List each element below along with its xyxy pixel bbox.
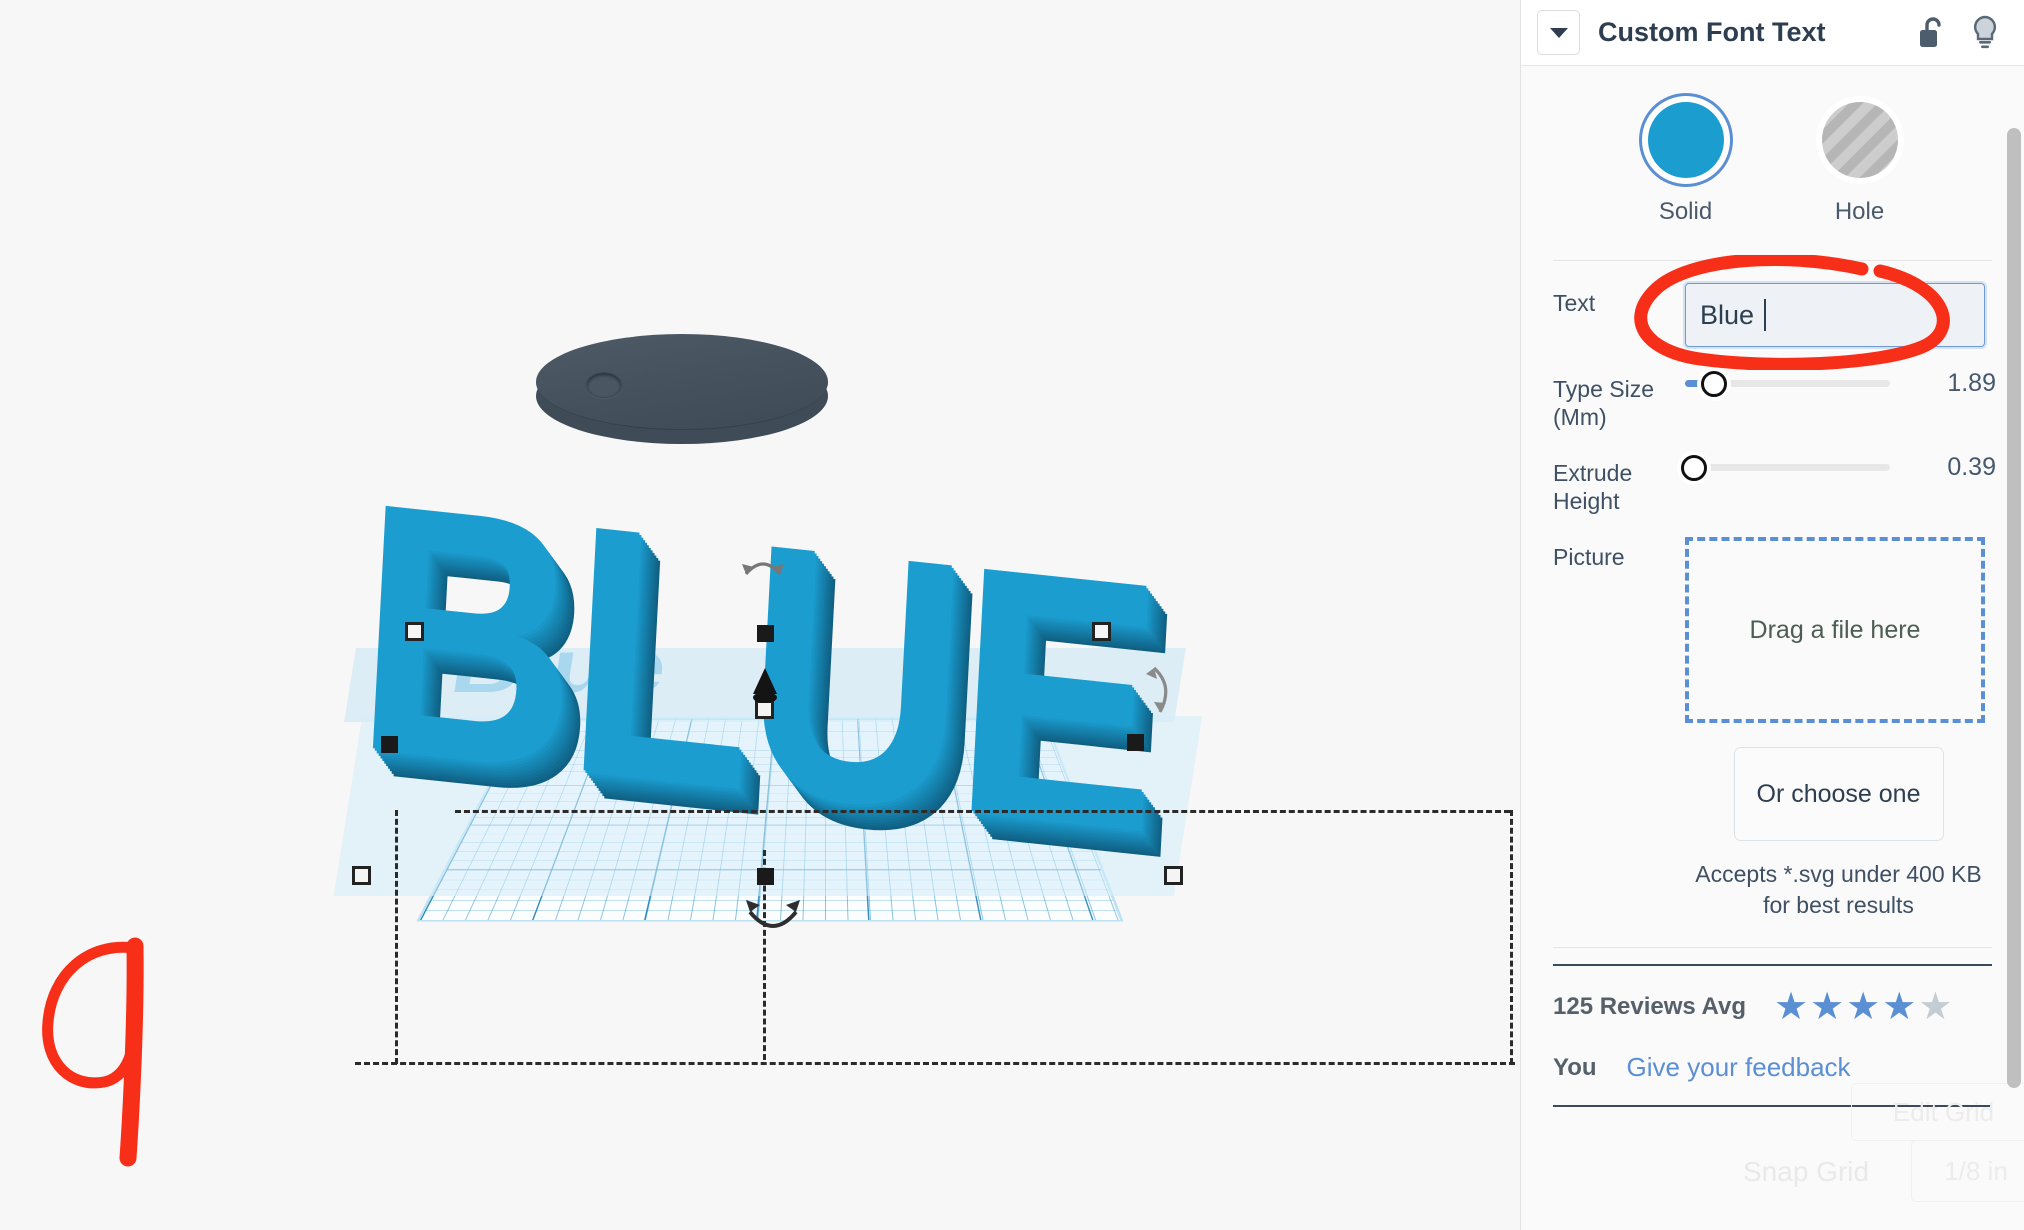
panel-divider-light: [1553, 947, 1992, 949]
type-size-row: Type Size (Mm) 1.89: [1521, 347, 2024, 431]
ghost-snap-value-label: 1/8 in: [1944, 1155, 2008, 1186]
extrude-height-value: 0.39: [1947, 453, 1996, 482]
extrude-height-label-line1: Extrude: [1553, 460, 1633, 487]
resize-handle-bottom-right[interactable]: [1164, 866, 1183, 885]
extrude-height-slider-knob[interactable]: [1681, 454, 1707, 481]
picture-label: Picture: [1553, 544, 1625, 571]
unlocked-padlock-icon[interactable]: [1916, 13, 1950, 53]
app-root: Blue BLUE Edit Grid Snap Grid 1/8 in Cus…: [0, 0, 2024, 1230]
text-input[interactable]: Blue: [1683, 281, 1987, 349]
extrude-height-label: Extrude Height: [1553, 453, 1685, 515]
reviews-count-label: 125 Reviews Avg: [1553, 993, 1746, 1021]
shape-option-solid[interactable]: Solid: [1647, 102, 1724, 226]
picture-dropzone-text: Drag a file here: [1749, 615, 1921, 644]
resize-handle-top-center[interactable]: [757, 625, 774, 642]
chevron-down-icon: [1549, 27, 1568, 38]
ghost-edit-grid-label: Edit Grid: [1892, 1096, 1995, 1127]
text-input-value: Blue: [1700, 299, 1755, 330]
reviews-row: 125 Reviews Avg ★ ★ ★ ★ ★: [1521, 966, 2024, 1026]
solid-swatch-icon: [1647, 102, 1724, 178]
resize-handle-bottom-left[interactable]: [352, 866, 371, 885]
picture-dropzone[interactable]: Drag a file here: [1685, 537, 1985, 724]
solid-label: Solid: [1658, 198, 1713, 225]
extrude-height-slider[interactable]: [1681, 454, 1890, 481]
type-size-slider[interactable]: [1685, 370, 1890, 397]
feedback-row: You Give your feedback: [1521, 1026, 2024, 1083]
blue-text-object[interactable]: BLUE: [349, 427, 1162, 905]
star-icon-4[interactable]: ★: [1882, 988, 1916, 1026]
star-icon-1[interactable]: ★: [1774, 988, 1808, 1026]
type-size-label-line2: (Mm): [1553, 404, 1607, 431]
type-size-label: Type Size (Mm): [1553, 369, 1685, 431]
selection-edge-left: [395, 810, 398, 1064]
extrude-height-row: Extrude Height 0.39: [1521, 431, 2024, 515]
picture-row: Picture Drag a file here Or choose one A…: [1521, 515, 2024, 921]
lightbulb-icon[interactable]: [1968, 13, 2002, 53]
star-icon-2[interactable]: ★: [1810, 988, 1844, 1026]
resize-handle-mid-right[interactable]: [1127, 734, 1144, 751]
selection-edge-right: [1510, 810, 1513, 1064]
choose-file-label: Or choose one: [1756, 779, 1921, 808]
star-icon-5[interactable]: ★: [1918, 988, 1952, 1026]
extrude-height-label-line2: Height: [1553, 488, 1620, 515]
rating-stars[interactable]: ★ ★ ★ ★ ★: [1774, 988, 1952, 1026]
hole-swatch-icon: [1821, 102, 1898, 178]
shape-option-hole[interactable]: Hole: [1821, 102, 1898, 226]
panel-collapse-button[interactable]: [1537, 10, 1580, 55]
panel-divider-dark-bottom: [1553, 1105, 1992, 1108]
panel-scrollbar-thumb[interactable]: [2007, 128, 2021, 1088]
selection-edge-bottom: [355, 1062, 1515, 1065]
disc-hole: [586, 372, 622, 398]
picture-hint: Accepts *.svg under 400 KB for best resu…: [1695, 861, 1982, 919]
extrude-cone-handle[interactable]: [753, 668, 777, 703]
ghost-snap-grid-label: Snap Grid: [1743, 1156, 1870, 1187]
resize-handle-mid-left[interactable]: [381, 736, 398, 753]
3d-canvas[interactable]: Blue BLUE: [0, 0, 1520, 1230]
annotation-number-9: [42, 937, 144, 1167]
resize-handle-top-left[interactable]: [405, 622, 424, 641]
shape-type-toggle: Solid Hole: [1521, 66, 2024, 252]
star-icon-3[interactable]: ★: [1846, 988, 1880, 1026]
panel-title: Custom Font Text: [1598, 17, 1826, 47]
disc-object[interactable]: [536, 334, 828, 446]
ghost-edit-grid-chip: Edit Grid: [1851, 1083, 2024, 1141]
properties-panel[interactable]: Edit Grid Snap Grid 1/8 in Custom Font T…: [1520, 0, 2024, 1230]
choose-file-button[interactable]: Or choose one: [1733, 747, 1944, 842]
type-size-value: 1.89: [1947, 369, 1996, 397]
text-label: Text: [1553, 290, 1596, 316]
resize-handle-top-right[interactable]: [1092, 622, 1111, 641]
disc-top: [536, 334, 828, 430]
text-cursor: [1764, 299, 1767, 331]
resize-handle-bottom-center[interactable]: [757, 868, 774, 885]
type-size-label-line1: Type Size: [1553, 376, 1654, 402]
panel-header: Custom Font Text: [1521, 0, 2024, 66]
text-row: Text Blue: [1521, 261, 2024, 349]
give-feedback-link[interactable]: Give your feedback: [1627, 1052, 1851, 1083]
you-label: You: [1553, 1053, 1597, 1081]
type-size-slider-knob[interactable]: [1701, 370, 1727, 397]
hole-label: Hole: [1834, 198, 1885, 225]
extrude-height-slider-track: [1685, 464, 1890, 472]
